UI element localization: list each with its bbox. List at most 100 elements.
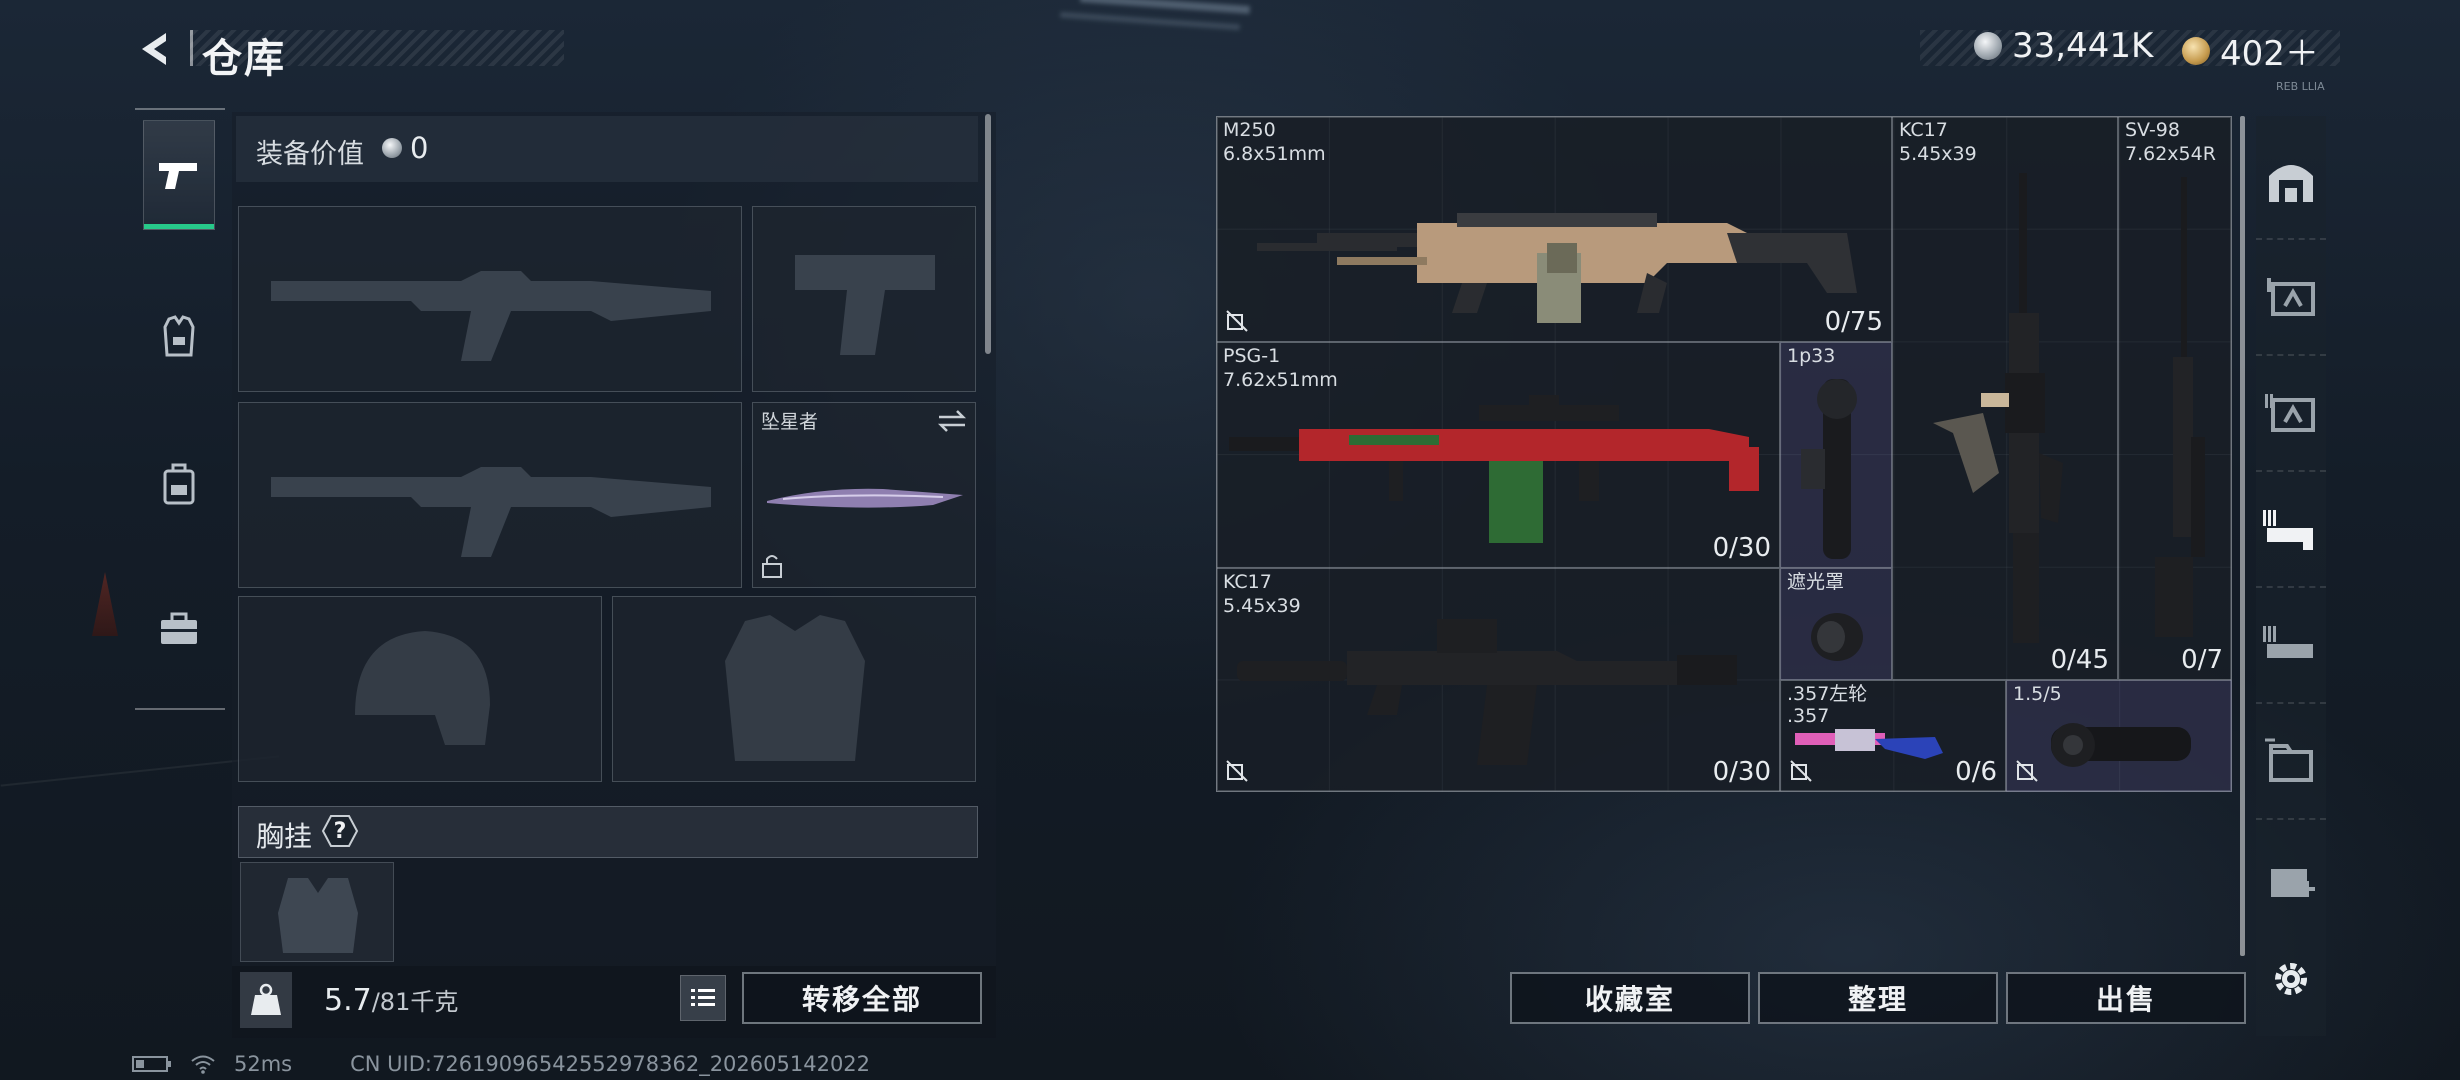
status-bar: 52ms CN UID:7261909654255297836​2_202605… [132, 1052, 870, 1076]
uid-text: CN UID:7261909654255297836​2_20260514202… [350, 1052, 871, 1076]
ping-text: 52ms [234, 1052, 293, 1076]
gold-currency[interactable]: 402＋ [2182, 26, 2319, 75]
battery-icon [132, 1056, 171, 1072]
storage-item-m250[interactable]: M250 6.8x51mm 0/75 [1216, 116, 1892, 342]
item-name: M250 [1223, 119, 1276, 141]
storage-tier-1-icon [2267, 278, 2315, 316]
machine-gun-image [1257, 213, 1857, 323]
no-ammo-icon [1226, 760, 1248, 782]
body-armor-slot[interactable] [612, 596, 976, 782]
storage-tier-4-icon [2265, 738, 2313, 782]
item-ammo: 0/7 [2181, 645, 2223, 675]
no-ammo-icon [1226, 310, 1248, 332]
item-ammo: 0/45 [2050, 645, 2109, 675]
ceiling-light [1079, 0, 1251, 14]
storage-item-scope-1-5-5[interactable]: 1.5/5 [2006, 680, 2232, 792]
weight-readout: 5.7/81千克 [324, 982, 458, 1018]
tab-weapons[interactable] [143, 120, 215, 230]
pistol-icon [159, 163, 197, 189]
item-name: KC17 [1899, 119, 1948, 141]
chest-rig-label: 胸挂 [256, 820, 313, 853]
silver-coin-icon [1974, 32, 2002, 60]
no-ammo-icon [1790, 760, 1812, 782]
rifle-image [1933, 173, 2063, 643]
storage-tab-tier-2[interactable] [2256, 356, 2326, 472]
item-caliber: 7.62x54R [2125, 143, 2216, 165]
tab-backpack[interactable] [143, 428, 215, 538]
item-name: PSG-1 [1223, 345, 1281, 367]
settings-button[interactable] [2262, 950, 2320, 1008]
traffic-cone [92, 572, 118, 636]
weight-icon-box [240, 972, 292, 1028]
help-label: ? [333, 818, 347, 844]
item-ammo: 0/30 [1712, 757, 1771, 787]
helmet-placeholder-icon [355, 631, 490, 745]
gold-amount: 402＋ [2220, 34, 2319, 74]
primary-weapon-slot-1[interactable] [238, 206, 742, 392]
vest-placeholder-icon [725, 615, 865, 761]
helmet-slot[interactable] [238, 596, 602, 782]
lock-icon [762, 555, 782, 578]
silver-amount: 33,441K [2012, 26, 2154, 66]
armor-vest-icon [163, 315, 195, 357]
storage-tab-tier-4-add[interactable] [2256, 820, 2326, 936]
sell-button[interactable]: 出售 [2006, 972, 2246, 1024]
storage-item-357-revolver[interactable]: .357左轮 .357 0/6 [1780, 680, 2006, 792]
item-name: 遮光罩 [1787, 571, 1845, 593]
revolver-image [1795, 729, 1943, 759]
item-name: 1.5/5 [2013, 683, 2062, 705]
storage-tier-3-icon [2263, 510, 2313, 550]
back-button[interactable] [132, 26, 180, 72]
gear-icon [2275, 963, 2307, 995]
storage-item-kc17-vertical[interactable]: KC17 5.45x39 0/45 [1892, 116, 2118, 680]
item-name: 1p33 [1787, 345, 1836, 367]
item-name: .357左轮 [1787, 683, 1868, 705]
storage-item-kc17-horizontal[interactable]: KC17 5.45x39 0/30 [1216, 568, 1780, 792]
list-view-button[interactable] [680, 975, 726, 1021]
storage-tab-tier-3-alt[interactable] [2256, 588, 2326, 704]
ceiling-light [1060, 11, 1240, 31]
rifle-image [1229, 395, 1759, 543]
rifle-placeholder-icon [271, 271, 711, 361]
storage-tab-tier-4[interactable] [2256, 704, 2326, 820]
silver-currency[interactable]: 33,441K [1974, 26, 2153, 66]
page-title: 仓库 [202, 36, 286, 82]
storage-tab-tier-3[interactable] [2256, 472, 2326, 588]
equipment-value-label: 装备价值 [256, 139, 364, 170]
melee-slot[interactable]: 坠星者 [752, 402, 976, 588]
storage-item-lens-hood[interactable]: 遮光罩 [1780, 568, 1892, 680]
storage-item-psg1[interactable]: PSG-1 7.62x51mm 0/30 [1216, 342, 1780, 568]
melee-name: 坠星者 [761, 411, 819, 433]
no-ammo-icon [2016, 760, 2038, 782]
item-caliber: 5.45x39 [1899, 143, 1977, 165]
tab-case[interactable] [143, 574, 215, 684]
help-button[interactable]: ? [321, 814, 359, 848]
storage-scrollbar[interactable] [2240, 116, 2245, 956]
item-name: SV-98 [2125, 119, 2180, 141]
equipment-scrollbar[interactable] [985, 114, 991, 354]
swap-icon[interactable] [937, 409, 967, 433]
scope-image [1801, 379, 1857, 559]
pistol-slot[interactable] [752, 206, 976, 392]
collection-room-button[interactable]: 收藏室 [1510, 972, 1750, 1024]
list-icon [691, 989, 715, 1006]
storage-item-1p33[interactable]: 1p33 [1780, 342, 1892, 568]
item-name: KC17 [1223, 571, 1272, 593]
tab-column-bottom-line [135, 708, 225, 710]
transfer-all-button[interactable]: 转移全部 [742, 972, 982, 1024]
item-ammo: 0/75 [1824, 307, 1883, 337]
pistol-placeholder-icon [795, 255, 935, 355]
tab-armor[interactable] [143, 282, 215, 392]
storage-item-sv98[interactable]: SV-98 7.62x54R 0/7 [2118, 116, 2232, 680]
rifle-image [1237, 619, 1737, 765]
equipment-value-amount: 0 [410, 131, 429, 165]
backpack-icon [163, 463, 195, 505]
gold-coin-icon [2182, 36, 2210, 65]
storage-tab-all[interactable] [2256, 124, 2326, 240]
sniper-rifle-image [2155, 177, 2205, 637]
organize-button[interactable]: 整理 [1758, 972, 1998, 1024]
equipment-value: 0 [382, 131, 428, 165]
primary-weapon-slot-2[interactable] [238, 402, 742, 588]
storage-tab-tier-1[interactable] [2256, 240, 2326, 356]
chest-rig-slot[interactable] [240, 862, 394, 962]
